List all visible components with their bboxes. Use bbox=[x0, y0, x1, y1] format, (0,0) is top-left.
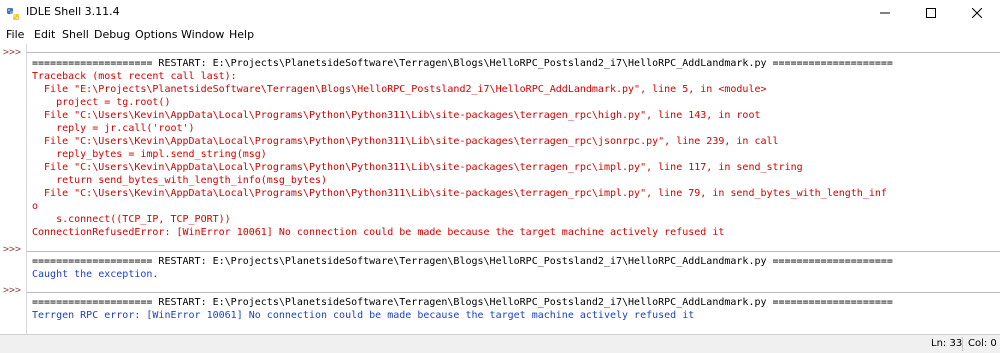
menu-help[interactable]: Help bbox=[229, 28, 254, 41]
traceback-line: reply = jr.call('root') bbox=[32, 123, 195, 134]
title-bar: IDLE Shell 3.11.4 bbox=[0, 0, 1000, 27]
restart-line: ==================== RESTART: E:\Project… bbox=[32, 256, 893, 267]
menu-file[interactable]: File bbox=[6, 28, 24, 41]
window-title: IDLE Shell 3.11.4 bbox=[26, 5, 120, 18]
divider bbox=[27, 251, 1000, 252]
traceback-line: reply_bytes = impl.send_string(msg) bbox=[32, 149, 267, 160]
column-number-status: Col: 0 bbox=[968, 338, 997, 349]
minimize-icon bbox=[880, 12, 890, 14]
restart-line: ==================== RESTART: E:\Project… bbox=[32, 297, 893, 308]
menu-bar: File Edit Shell Debug Options Window Hel… bbox=[0, 26, 1000, 44]
menu-shell[interactable]: Shell bbox=[62, 28, 89, 41]
maximize-icon bbox=[926, 8, 936, 18]
traceback-line: Traceback (most recent call last): bbox=[32, 71, 237, 82]
menu-debug[interactable]: Debug bbox=[94, 28, 130, 41]
traceback-line: project = tg.root() bbox=[32, 97, 171, 108]
menu-edit[interactable]: Edit bbox=[34, 28, 55, 41]
traceback-line: File "C:\Users\Kevin\AppData\Local\Progr… bbox=[32, 136, 779, 147]
traceback-line: File "E:\Projects\PlanetsideSoftware\Ter… bbox=[32, 84, 767, 95]
status-bar: Ln: 33 Col: 0 bbox=[0, 334, 1000, 353]
traceback-line: File "C:\Users\Kevin\AppData\Local\Progr… bbox=[32, 162, 803, 173]
error-message-line: ConnectionRefusedError: [WinError 10061]… bbox=[32, 227, 725, 238]
traceback-line: File "C:\Users\Kevin\AppData\Local\Progr… bbox=[32, 188, 887, 199]
prompt-gutter: >>> >>> >>> bbox=[0, 44, 27, 334]
restart-line: ==================== RESTART: E:\Project… bbox=[32, 58, 893, 69]
line-number-status: Ln: 33 bbox=[931, 338, 963, 349]
shell-prompt: >>> bbox=[3, 47, 22, 58]
close-icon bbox=[972, 8, 982, 18]
traceback-line: File "C:\Users\Kevin\AppData\Local\Progr… bbox=[32, 110, 761, 121]
minimize-button[interactable] bbox=[862, 0, 908, 26]
traceback-line: o bbox=[32, 201, 39, 212]
output-line: Terrgen RPC error: [WinError 10061] No c… bbox=[32, 310, 695, 321]
python-idle-icon bbox=[6, 6, 20, 20]
close-button[interactable] bbox=[954, 0, 1000, 26]
maximize-button[interactable] bbox=[908, 0, 954, 26]
traceback-line: return send_bytes_with_length_info(msg_b… bbox=[32, 175, 328, 186]
shell-prompt: >>> bbox=[3, 244, 22, 255]
divider bbox=[27, 52, 1000, 53]
divider bbox=[27, 292, 1000, 293]
shell-output-area[interactable]: ==================== RESTART: E:\Project… bbox=[27, 44, 1000, 334]
output-line: Caught the exception. bbox=[32, 269, 159, 280]
status-divider bbox=[962, 337, 963, 351]
menu-options[interactable]: Options bbox=[135, 28, 177, 41]
shell-prompt: >>> bbox=[3, 285, 22, 296]
traceback-line: s.connect((TCP_IP, TCP_PORT)) bbox=[32, 214, 231, 225]
menu-window[interactable]: Window bbox=[181, 28, 224, 41]
